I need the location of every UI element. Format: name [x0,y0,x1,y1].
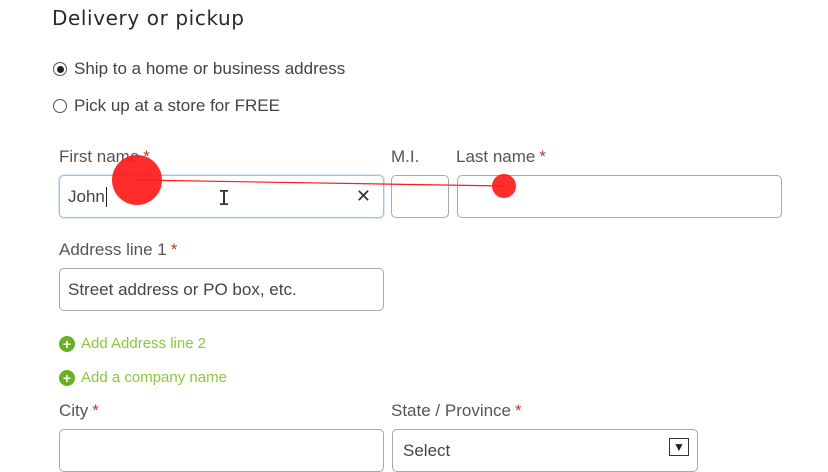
ship-option[interactable]: Ship to a home or business address [53,59,345,79]
ship-radio[interactable] [53,62,67,76]
text-caret [105,186,107,207]
add-company-name-link[interactable]: + Add a company name [59,369,227,386]
mi-field[interactable] [391,175,449,218]
state-label: State / Province * [391,401,522,420]
close-icon[interactable]: ✕ [356,186,371,207]
text-cursor-icon: I [218,186,231,210]
plus-circle-icon: + [59,369,75,386]
city-label: City * [59,401,99,420]
ship-option-label: Ship to a home or business address [74,59,346,78]
add-address-line-2-link[interactable]: + Add Address line 2 [59,335,206,352]
chevron-down-icon[interactable]: ▼ [669,438,689,456]
section-title: Delivery or pickup [52,6,245,30]
last-name-label: Last name * [456,147,547,166]
state-select[interactable]: Select ▼ [392,429,698,472]
address-line-1-placeholder: Street address or PO box, etc. [68,279,297,299]
state-select-value: Select [403,440,451,460]
first-name-label: First name * [59,147,150,166]
first-name-value: John [68,186,105,206]
add-address-line-2-label: Add Address line 2 [81,335,207,352]
first-name-field[interactable]: John I ✕ [59,175,384,218]
add-company-name-label: Add a company name [81,369,227,386]
mi-label: M.I. [391,147,420,166]
address-line-1-label: Address line 1 * [59,240,178,259]
plus-circle-icon: + [59,335,75,352]
last-name-field[interactable] [457,175,782,218]
pickup-option[interactable]: Pick up at a store for FREE [53,96,280,116]
pickup-option-label: Pick up at a store for FREE [74,96,280,115]
pickup-radio[interactable] [53,99,67,113]
city-field[interactable] [59,429,384,472]
address-line-1-field[interactable]: Street address or PO box, etc. [59,268,384,311]
